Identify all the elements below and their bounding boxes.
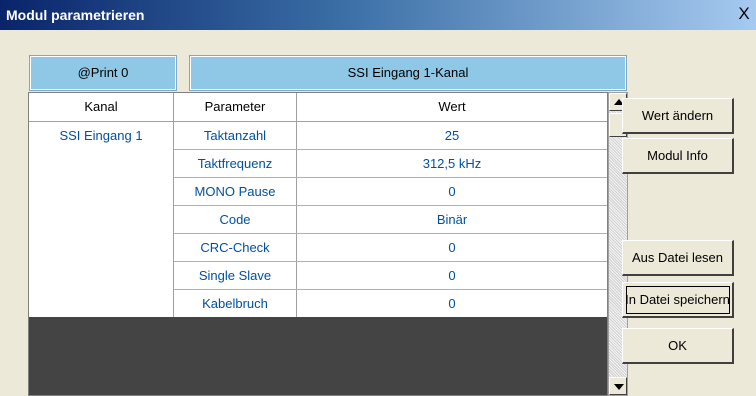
channel-cell[interactable]: SSI Eingang 1: [29, 122, 174, 317]
table-row[interactable]: CRC-Check 0: [174, 234, 607, 262]
parameter-cell: Kabelbruch: [174, 290, 297, 317]
parameter-table: Kanal Parameter Wert SSI Eingang 1 Takta…: [29, 93, 607, 317]
load-from-file-button[interactable]: Aus Datei lesen: [622, 240, 734, 276]
value-cell: 25: [444, 128, 460, 143]
value-cell: 0: [448, 296, 456, 311]
save-to-file-button[interactable]: In Datei speichern: [622, 282, 734, 318]
close-button[interactable]: X: [734, 4, 754, 24]
scroll-down-button[interactable]: [609, 377, 627, 395]
value-cell: Binär: [436, 212, 468, 227]
table-row[interactable]: MONO Pause 0: [174, 178, 607, 206]
ok-button[interactable]: OK: [622, 328, 734, 364]
parameter-cell: Taktanzahl: [174, 122, 297, 149]
window-title: Modul parametrieren: [6, 7, 145, 23]
table-row[interactable]: Taktanzahl 25: [174, 122, 607, 150]
parameter-cell: Code: [174, 206, 297, 233]
column-header-wert[interactable]: Wert: [297, 93, 607, 122]
parameter-cell: Single Slave: [174, 262, 297, 289]
value-cell: 0: [448, 184, 456, 199]
value-cell: 312,5 kHz: [422, 156, 482, 171]
value-cell: 0: [448, 268, 456, 283]
module-info-button[interactable]: Modul Info: [622, 138, 734, 174]
parameter-grid[interactable]: Kanal Parameter Wert SSI Eingang 1 Takta…: [28, 92, 608, 396]
parameter-cell: Taktfrequenz: [174, 150, 297, 177]
parameter-cell: MONO Pause: [174, 178, 297, 205]
table-row[interactable]: Kabelbruch 0: [174, 290, 607, 317]
value-cell: 0: [448, 240, 456, 255]
column-header-parameter[interactable]: Parameter: [174, 93, 297, 122]
dialog-body: @Print 0 SSI Eingang 1-Kanal Kanal Param…: [16, 30, 756, 396]
change-value-button[interactable]: Wert ändern: [622, 98, 734, 134]
table-row[interactable]: Code Binär: [174, 206, 607, 234]
channel-name: SSI Eingang 1: [59, 128, 143, 143]
column-header-kanal[interactable]: Kanal: [29, 93, 174, 122]
table-row[interactable]: Taktfrequenz 312,5 kHz: [174, 150, 607, 178]
module-name-header: @Print 0: [29, 55, 177, 91]
table-row[interactable]: Single Slave 0: [174, 262, 607, 290]
module-type-header: SSI Eingang 1-Kanal: [189, 55, 627, 91]
title-bar[interactable]: Modul parametrieren X: [0, 0, 756, 30]
arrow-down-icon: [614, 384, 624, 390]
parameter-cell: CRC-Check: [174, 234, 297, 261]
